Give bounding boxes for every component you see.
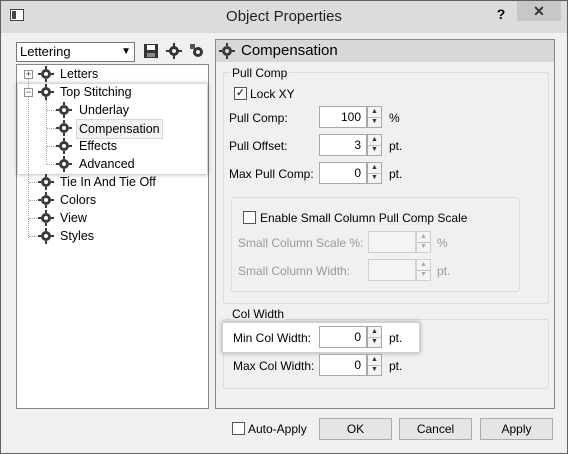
tree-line <box>29 200 37 201</box>
enable-small-column-checkbox[interactable] <box>243 211 256 224</box>
min-col-width-spin[interactable]: ▲ ▼ <box>367 326 382 348</box>
gear-icon <box>56 138 72 154</box>
tree-line <box>47 128 56 129</box>
tree-item-label: Letters <box>60 67 99 81</box>
small-column-scale-input[interactable] <box>368 231 416 253</box>
title-bar: Object Properties ? ✕ <box>1 1 567 33</box>
pull-comp-spin[interactable]: ▲ ▼ <box>367 106 382 128</box>
auto-apply-checkbox[interactable] <box>232 422 245 435</box>
apply-button[interactable]: Apply <box>480 418 553 440</box>
min-col-width-input[interactable]: 0 <box>319 326 367 348</box>
max-pull-comp-input[interactable]: 0 <box>319 162 367 184</box>
panel-title: Compensation <box>241 42 338 59</box>
pull-comp-label: Pull Comp: <box>229 111 288 125</box>
object-type-value: Lettering <box>20 44 71 59</box>
tree-item-label: Colors <box>60 193 97 207</box>
spin-down-icon[interactable]: ▼ <box>368 337 381 347</box>
save-style-icon[interactable] <box>143 43 159 59</box>
pull-offset-unit: pt. <box>389 139 403 153</box>
max-col-width-label: Max Col Width: <box>233 359 315 373</box>
pull-offset-input[interactable]: 3 <box>319 134 367 156</box>
lock-xy-label: Lock XY <box>250 87 295 101</box>
tree-line <box>47 110 56 111</box>
gear-icon <box>56 156 72 172</box>
tree-line <box>29 218 37 219</box>
tree-item-label: View <box>60 211 87 225</box>
gear-settings-icon[interactable] <box>166 43 182 59</box>
auto-apply-label: Auto-Apply <box>248 422 307 436</box>
tree-line <box>47 164 56 165</box>
chevron-down-icon: ▼ <box>121 46 131 57</box>
small-column-width-unit: pt. <box>437 264 451 278</box>
col-width-group-title: Col Width <box>230 307 287 321</box>
gear-icon <box>219 43 235 59</box>
gear-icon <box>56 120 72 136</box>
tree-item-label: Tie In And Tie Off <box>60 175 156 189</box>
spin-down-icon[interactable]: ▼ <box>368 173 381 183</box>
small-column-width-spin[interactable]: ▲ ▼ <box>416 259 431 281</box>
spin-down-icon[interactable]: ▼ <box>368 145 381 155</box>
object-properties-window: Object Properties ? ✕ Lettering ▼ + − Le… <box>0 0 568 454</box>
tree-line <box>29 236 37 237</box>
max-col-width-spin[interactable]: ▲ ▼ <box>367 354 382 376</box>
max-col-width-input[interactable]: 0 <box>319 354 367 376</box>
spin-down-icon[interactable]: ▼ <box>368 365 381 375</box>
pull-comp-unit: % <box>389 111 400 125</box>
enable-small-column-label: Enable Small Column Pull Comp Scale <box>260 211 468 225</box>
pull-offset-spin[interactable]: ▲ ▼ <box>367 134 382 156</box>
close-button[interactable]: ✕ <box>517 1 561 21</box>
max-pull-comp-unit: pt. <box>389 167 403 181</box>
gear-icon <box>38 66 54 82</box>
collapse-top-stitching-toggle[interactable]: − <box>24 88 33 97</box>
pull-offset-label: Pull Offset: <box>229 139 288 153</box>
ok-button[interactable]: OK <box>319 418 392 440</box>
window-title: Object Properties <box>226 8 342 25</box>
gear-icon <box>38 84 54 100</box>
object-type-dropdown[interactable]: Lettering ▼ <box>16 42 135 62</box>
gear-icon <box>38 174 54 190</box>
max-col-width-unit: pt. <box>389 359 403 373</box>
tree-line <box>47 146 56 147</box>
small-column-scale-unit: % <box>437 236 448 250</box>
tree-item-label: Compensation <box>76 119 163 139</box>
lock-xy-checkbox[interactable]: ✓ <box>234 87 247 100</box>
tree-item-label: Advanced <box>79 157 135 171</box>
gear-icon <box>38 192 54 208</box>
cancel-button[interactable]: Cancel <box>399 418 472 440</box>
small-column-scale-label: Small Column Scale %: <box>238 236 364 250</box>
gear-icon <box>38 210 54 226</box>
small-column-width-label: Small Column Width: <box>238 264 351 278</box>
tree-item-label: Top Stitching <box>60 85 132 99</box>
max-pull-comp-label: Max Pull Comp: <box>229 167 314 181</box>
max-pull-comp-spin[interactable]: ▲ ▼ <box>367 162 382 184</box>
small-column-width-input[interactable] <box>368 259 416 281</box>
panel-header: Compensation <box>216 40 554 62</box>
min-col-width-unit: pt. <box>389 331 403 345</box>
help-button[interactable]: ? <box>491 4 511 24</box>
small-column-scale-spin[interactable]: ▲ ▼ <box>416 231 431 253</box>
expand-letters-toggle[interactable]: + <box>24 70 33 79</box>
pull-comp-group-title: Pull Comp <box>230 66 290 80</box>
gear-copy-icon[interactable] <box>189 43 205 59</box>
min-col-width-label: Min Col Width: <box>233 331 312 345</box>
tree-item-label: Styles <box>60 229 95 243</box>
tree-item-label: Effects <box>79 139 117 153</box>
spin-down-icon[interactable]: ▼ <box>417 270 430 280</box>
spin-down-icon[interactable]: ▼ <box>368 117 381 127</box>
tree-line <box>28 74 29 238</box>
pull-comp-input[interactable]: 100 <box>319 106 367 128</box>
gear-icon <box>56 102 72 118</box>
gear-icon <box>38 228 54 244</box>
spin-down-icon[interactable]: ▼ <box>417 242 430 252</box>
tree-line <box>29 182 37 183</box>
tree-item-label: Underlay <box>79 103 130 117</box>
